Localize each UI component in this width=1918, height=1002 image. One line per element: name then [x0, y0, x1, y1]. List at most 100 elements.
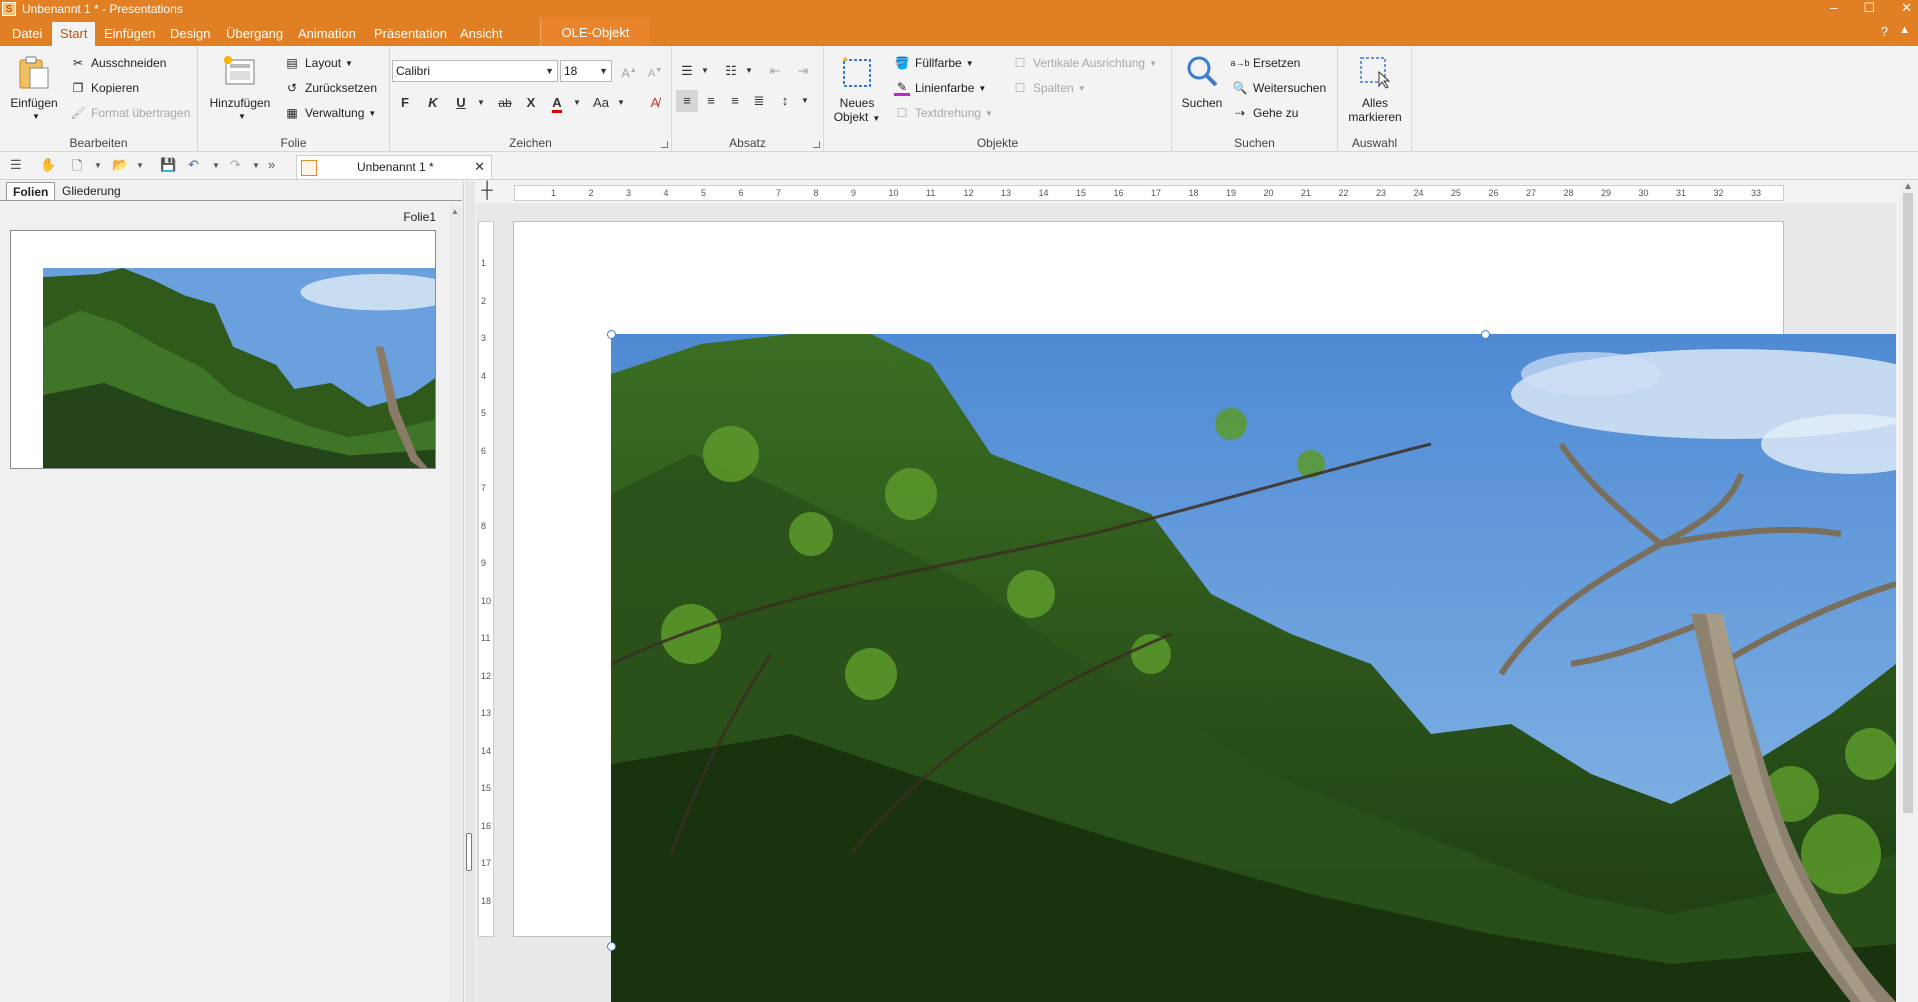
vertical-ruler[interactable]: 1 2 3 4 5 6 7 8 9 10 11 12 13 14 15 16 17 18: [478, 221, 494, 937]
select-all-button[interactable]: Alles markieren: [1342, 54, 1408, 124]
font-shrink-button[interactable]: A▼: [644, 60, 666, 82]
font-name-select[interactable]: Calibri ▼: [392, 60, 558, 82]
save-icon[interactable]: 💾: [160, 157, 176, 175]
tab-animation[interactable]: Animation: [290, 22, 364, 46]
help-icon[interactable]: ?: [1881, 24, 1888, 39]
vertical-align-button[interactable]: ☐ Vertikale Ausrichtung ▼: [1012, 55, 1157, 71]
ruler-number: 17: [1151, 188, 1162, 198]
add-slide-button[interactable]: Hinzufügen ▼: [208, 54, 272, 124]
tab-einfuegen[interactable]: Einfügen: [96, 22, 163, 46]
find-next-button[interactable]: 🔍 Weitersuchen: [1232, 80, 1327, 96]
dialog-launcher-icon[interactable]: [813, 141, 820, 148]
chevron-down-icon[interactable]: ▼: [470, 92, 492, 114]
slides-scrollbar[interactable]: ▲: [450, 205, 462, 1001]
chevron-down-icon[interactable]: ▼: [94, 161, 102, 179]
splitter-grip[interactable]: [466, 833, 472, 871]
close-icon[interactable]: ✕: [474, 159, 485, 175]
chevron-down-icon[interactable]: ▼: [136, 161, 144, 179]
document-tab[interactable]: Unbenannt 1 * ✕: [296, 155, 492, 179]
chevron-down-icon[interactable]: ▼: [738, 60, 760, 82]
scrollbar-thumb[interactable]: [1903, 193, 1913, 813]
decrease-indent-icon[interactable]: ⇤: [764, 60, 786, 82]
tab-ansicht[interactable]: Ansicht: [452, 22, 511, 46]
ribbon-collapse-icon[interactable]: ▲: [1899, 24, 1910, 36]
resize-handle-top[interactable]: [1481, 330, 1490, 339]
align-justify-icon[interactable]: ≣: [748, 90, 770, 112]
tab-start[interactable]: Start: [52, 22, 96, 46]
canvas-scrollbar[interactable]: ▲: [1898, 181, 1918, 1002]
dialog-launcher-icon[interactable]: [661, 141, 668, 148]
chevron-down-icon[interactable]: ▼: [794, 90, 816, 112]
title-bar: S Unbenannt 1 * - Presentations – ☐ ✕: [0, 0, 1918, 18]
ruler-number: 2: [588, 188, 594, 198]
tab-datei[interactable]: Datei: [4, 22, 50, 46]
search-button[interactable]: Suchen: [1174, 54, 1230, 110]
bold-button[interactable]: F: [394, 92, 416, 114]
slide-thumbnail[interactable]: [10, 230, 436, 469]
chevron-down-icon[interactable]: ▼: [694, 60, 716, 82]
chevron-down-icon[interactable]: ▼: [212, 161, 220, 179]
strikethrough-button[interactable]: ab: [494, 92, 516, 114]
new-object-button[interactable]: ✦ Neues Objekt ▼: [828, 54, 886, 126]
tab-gliederung[interactable]: Gliederung: [56, 182, 127, 201]
italic-button[interactable]: K: [422, 92, 444, 114]
copy-button[interactable]: ❐ Kopieren: [70, 80, 139, 96]
line-color-button[interactable]: ✎ Linienfarbe ▼: [894, 80, 986, 96]
font-color-button[interactable]: A: [546, 92, 568, 114]
font-size-select[interactable]: 18 ▼: [560, 60, 612, 82]
ruler-number: 6: [738, 188, 744, 198]
tab-uebergang[interactable]: Übergang: [218, 22, 291, 46]
ruler-number: 17: [481, 858, 492, 868]
pane-splitter[interactable]: [465, 181, 475, 1002]
ruler-number: 18: [481, 895, 492, 906]
layout-button[interactable]: ▤ Layout ▼: [284, 55, 353, 71]
goto-button[interactable]: ⇢ Gehe zu: [1232, 105, 1298, 121]
tab-praesentation[interactable]: Präsentation: [366, 22, 455, 46]
horizontal-ruler[interactable]: 1 2 3 4 5 6 7 8 9 10 11 12 13 14 15 16 17 18 19 20 21 22 23 24 2…: [514, 185, 1784, 201]
reset-button[interactable]: ↺ Zurücksetzen: [284, 80, 377, 96]
scroll-up-icon[interactable]: ▲: [451, 207, 459, 216]
format-painter-label: Format übertragen: [91, 106, 191, 120]
tab-design[interactable]: Design: [162, 22, 218, 46]
paste-button[interactable]: Einfügen ▼: [8, 54, 60, 124]
cut-button[interactable]: ✂ Ausschneiden: [70, 55, 166, 71]
open-folder-icon[interactable]: 📂: [112, 157, 128, 175]
undo-icon[interactable]: ↶: [188, 157, 199, 175]
text-rotation-label: Textdrehung: [915, 106, 982, 120]
resize-handle-top-left[interactable]: [607, 330, 616, 339]
ruler-corner-icon[interactable]: ┼: [476, 181, 498, 203]
tab-ole-objekt[interactable]: OLE-Objekt: [540, 18, 650, 46]
increase-indent-icon[interactable]: ⇥: [792, 60, 814, 82]
menu-icon[interactable]: ☰: [10, 157, 22, 175]
underline-button[interactable]: U: [450, 92, 472, 114]
chevron-down-icon[interactable]: ▼: [566, 92, 588, 114]
align-left-icon[interactable]: ≡: [676, 90, 698, 112]
text-rotation-button[interactable]: ☐ Textdrehung ▼: [894, 105, 993, 121]
new-document-icon[interactable]: 🗋: [72, 157, 82, 175]
maximize-button[interactable]: ☐: [1863, 0, 1875, 16]
ruler-number: 16: [1113, 188, 1124, 198]
manage-button[interactable]: ▦ Verwaltung ▼: [284, 105, 376, 121]
font-grow-button[interactable]: A▲: [618, 60, 640, 82]
replace-button[interactable]: a→b Ersetzen: [1231, 55, 1301, 71]
chevron-down-icon[interactable]: ▼: [252, 161, 260, 179]
align-right-icon[interactable]: ≡: [724, 90, 746, 112]
format-painter-button[interactable]: 🖌 Format übertragen: [70, 105, 190, 121]
ole-object-picture[interactable]: [611, 334, 1896, 1002]
minimize-button[interactable]: –: [1830, 0, 1837, 16]
clear-style-icon[interactable]: A̸: [644, 92, 666, 114]
close-window-button[interactable]: ✕: [1901, 0, 1912, 16]
clear-format-button[interactable]: X: [520, 92, 542, 114]
chevron-down-icon[interactable]: ▼: [610, 92, 632, 114]
fill-color-button[interactable]: 🪣 Füllfarbe ▼: [894, 55, 974, 71]
columns-button[interactable]: ☐ Spalten ▼: [1012, 80, 1086, 96]
scroll-up-icon[interactable]: ▲: [1903, 181, 1913, 192]
line-spacing-icon[interactable]: ↕: [774, 90, 796, 112]
redo-icon[interactable]: ↷: [230, 157, 241, 175]
more-icon[interactable]: »: [268, 157, 275, 175]
tab-folien[interactable]: Folien: [6, 182, 56, 201]
hand-icon[interactable]: ✋: [40, 157, 56, 175]
change-case-icon[interactable]: Aa: [590, 92, 612, 114]
align-center-icon[interactable]: ≡: [700, 90, 722, 112]
resize-handle-left[interactable]: [607, 942, 616, 951]
